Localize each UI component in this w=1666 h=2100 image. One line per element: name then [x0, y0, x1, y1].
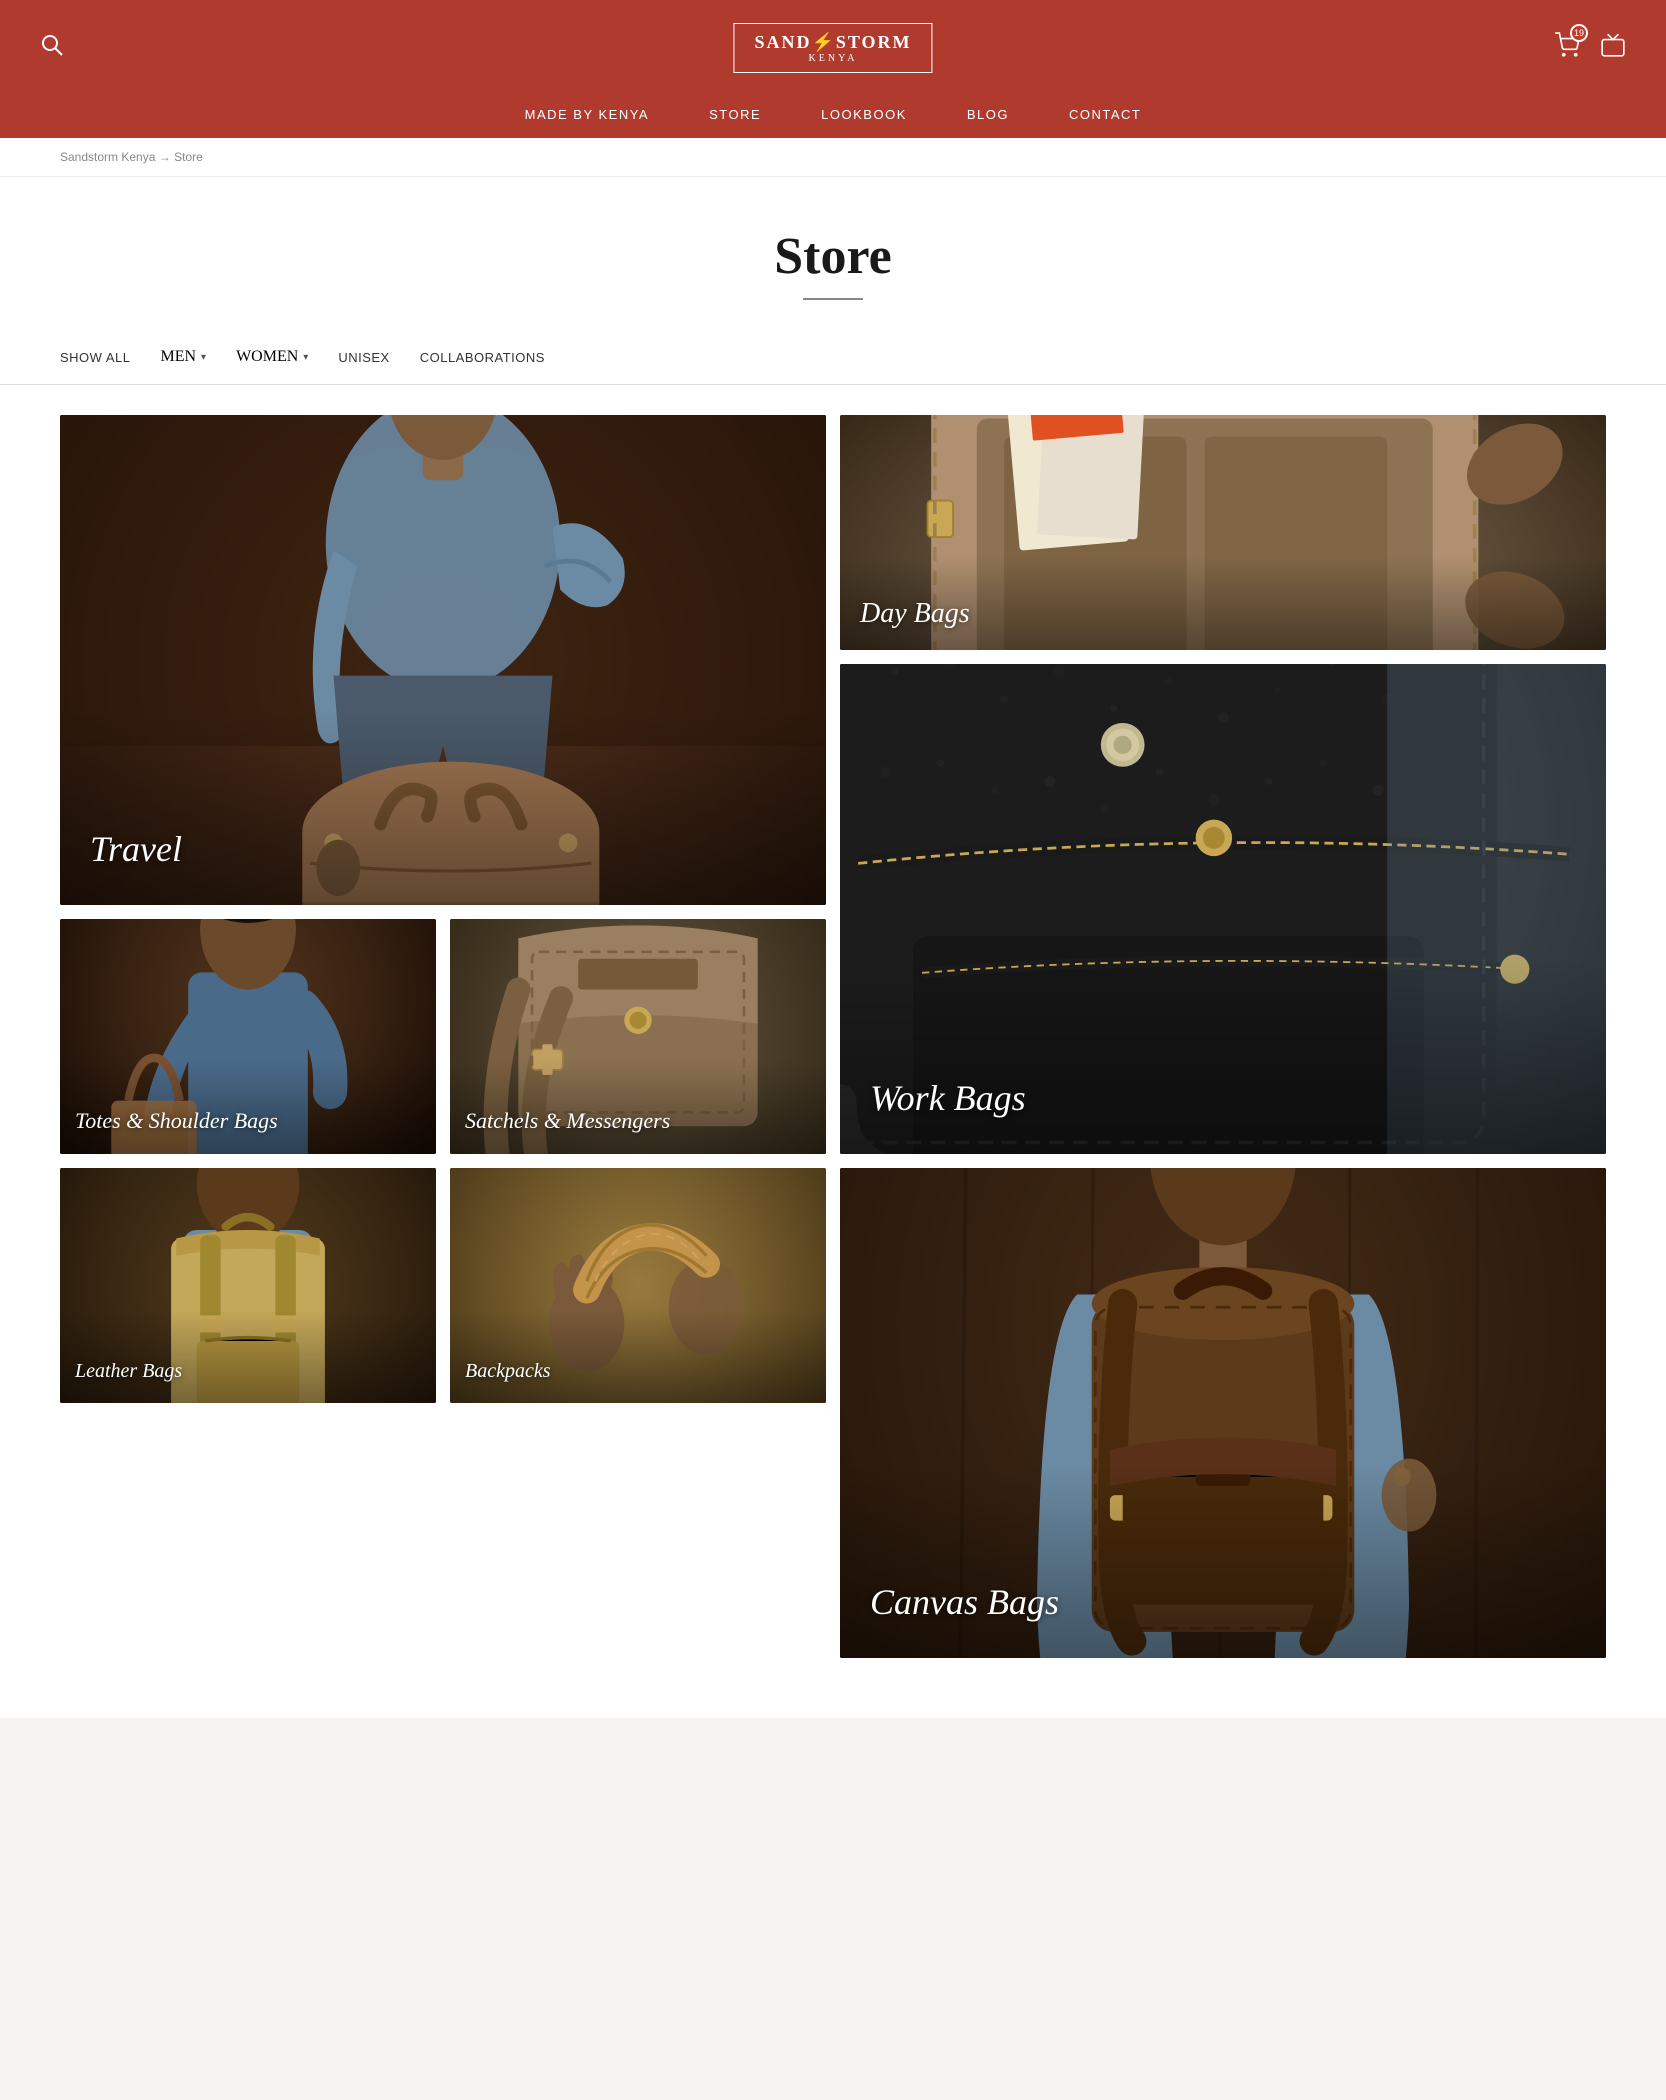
logo-name: SAND⚡STORM: [754, 32, 911, 53]
category-canvas[interactable]: Leather Bags: [60, 1168, 436, 1403]
cart-badge: 19: [1570, 24, 1588, 42]
nav-bar: MADE BY KENYA STORE LOOKBOOK BLOG CONTAC…: [0, 95, 1666, 138]
category-leather-label: Backpacks: [465, 1360, 551, 1383]
nav-lookbook[interactable]: LOOKBOOK: [821, 107, 907, 122]
category-backpacks[interactable]: Canvas Bags: [840, 1168, 1606, 1658]
category-satchels[interactable]: Satchels & Messengers: [450, 919, 826, 1154]
header: SAND⚡STORM KENYA 19: [0, 0, 1666, 95]
nav-blog[interactable]: BLOG: [967, 107, 1009, 122]
chevron-down-icon: ▾: [303, 352, 308, 363]
category-work-bags[interactable]: Work Bags: [840, 664, 1606, 1154]
header-icons: 19: [1554, 32, 1626, 64]
middle-row: Totes & Shoulder Bags: [60, 919, 826, 1154]
breadcrumb-separator: →: [159, 150, 174, 164]
search-icon[interactable]: [40, 33, 64, 63]
filter-collaborations[interactable]: COLLABORATIONS: [420, 350, 545, 365]
breadcrumb-home[interactable]: Sandstorm Kenya: [60, 150, 155, 164]
breadcrumb-current: Store: [174, 150, 203, 164]
filter-unisex[interactable]: UNISEX: [338, 350, 389, 365]
category-backpacks-label: Canvas Bags: [870, 1581, 1059, 1623]
logo-subtitle: KENYA: [754, 53, 911, 64]
bottom-row-left: Leather Bags: [60, 1168, 826, 1403]
logo[interactable]: SAND⚡STORM KENYA: [733, 23, 932, 73]
chevron-down-icon: ▾: [201, 352, 206, 363]
breadcrumb: Sandstorm Kenya → Store: [0, 138, 1666, 177]
category-totes-label: Totes & Shoulder Bags: [75, 1108, 278, 1134]
main-content: Travel: [0, 385, 1666, 1718]
category-travel[interactable]: Travel: [60, 415, 826, 905]
category-leather[interactable]: Backpacks: [450, 1168, 826, 1403]
category-day-bags-label: Day Bags: [860, 598, 970, 630]
category-canvas-label: Leather Bags: [75, 1360, 182, 1383]
title-divider: [803, 298, 863, 300]
category-satchels-label: Satchels & Messengers: [465, 1108, 670, 1134]
cart-button[interactable]: 19: [1554, 32, 1580, 64]
filter-bar: SHOW ALL MEN ▾ WOMEN ▾ UNISEX COLLABORAT…: [0, 330, 1666, 385]
nav-store[interactable]: STORE: [709, 107, 761, 122]
page-title: Store: [20, 227, 1646, 286]
store-grid: Travel: [60, 415, 1606, 1658]
category-travel-label: Travel: [90, 828, 182, 870]
left-column: Travel: [60, 415, 826, 1658]
category-totes[interactable]: Totes & Shoulder Bags: [60, 919, 436, 1154]
nav-contact[interactable]: CONTACT: [1069, 107, 1141, 122]
filter-men[interactable]: MEN ▾: [160, 348, 206, 366]
tv-icon[interactable]: [1600, 32, 1626, 63]
filter-show-all[interactable]: SHOW ALL: [60, 350, 130, 365]
page-title-section: Store: [0, 177, 1666, 330]
nav-made-by-kenya[interactable]: MADE BY KENYA: [525, 107, 650, 122]
category-day-bags[interactable]: Day Bags: [840, 415, 1606, 650]
right-column: Day Bags: [840, 415, 1606, 1658]
filter-women[interactable]: WOMEN ▾: [236, 348, 308, 366]
category-work-bags-label: Work Bags: [870, 1077, 1026, 1119]
